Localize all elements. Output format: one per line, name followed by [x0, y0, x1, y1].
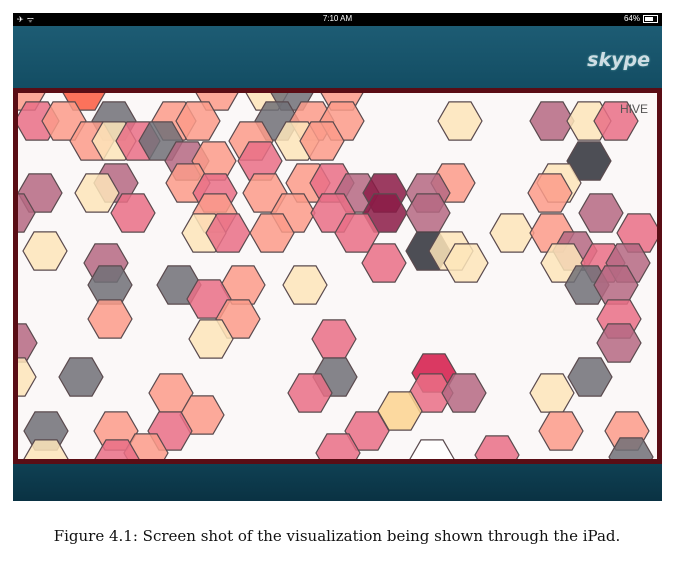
skype-bottom-bar [13, 464, 662, 501]
hexagon-cell [538, 411, 584, 451]
status-time: 7:10 AM [322, 14, 353, 23]
hexagon-cell [409, 439, 455, 459]
hexagon-cell [87, 299, 133, 339]
hexagon-cell [437, 101, 483, 141]
battery-percent: 64% [623, 14, 640, 23]
hexagon-cell [18, 357, 37, 397]
skype-logo: skype [587, 49, 650, 71]
hexagon-cell [311, 319, 357, 359]
hexagon-cell [18, 323, 38, 363]
hexagon-cell [282, 265, 328, 305]
ios-status-bar: ✈ᯤ 7:10 AM 64% [13, 13, 662, 26]
hexagon-field [18, 93, 657, 459]
hexagon-cell [22, 231, 68, 271]
status-battery: 64% [624, 14, 658, 23]
battery-icon [643, 14, 658, 23]
skype-app-bar: skype [13, 26, 662, 88]
hexagon-cell [578, 193, 624, 233]
hexagon-cell [58, 357, 104, 397]
video-frame: HIVE [13, 88, 662, 464]
hexagon-cell [529, 373, 575, 413]
figure-caption: Figure 4.1: Screen shot of the visualiza… [53, 527, 621, 545]
hive-label: HIVE [619, 102, 648, 116]
hexagon-cell [489, 213, 535, 253]
figure-screenshot: ✈ᯤ 7:10 AM 64% skype HIVE [13, 13, 662, 501]
hexagon-cell [474, 435, 520, 459]
hexagon-cell [567, 357, 613, 397]
hive-visualization: HIVE [18, 93, 657, 459]
